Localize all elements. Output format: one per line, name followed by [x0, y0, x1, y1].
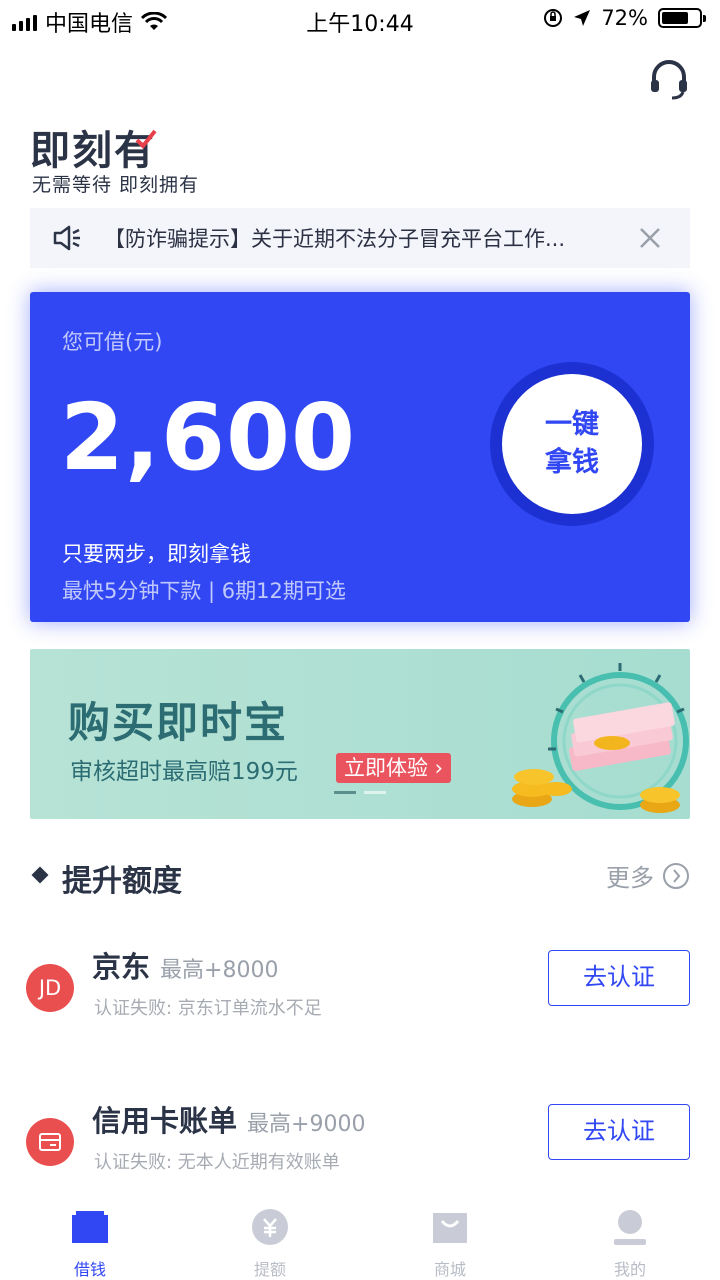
more-label: 更多	[606, 864, 654, 892]
loan-card: 您可借(元) 2,600 只要两步，即刻拿钱 最快5分钟下款 | 6期12期可选…	[30, 292, 690, 622]
promo-banner[interactable]: 购买即时宝 审核超时最高赔199元 立即体验 ›	[30, 649, 690, 819]
auth-status: 认证失败: 京东订单流水不足	[94, 998, 322, 1019]
diamond-icon	[31, 866, 49, 884]
wallet-icon	[72, 1211, 108, 1243]
get-money-ring: 一键 拿钱	[490, 362, 654, 526]
chevron-right-circle-icon	[663, 862, 689, 889]
auth-name: 信用卡账单 最高+9000	[92, 1098, 365, 1140]
verify-button[interactable]: 去认证	[548, 950, 690, 1006]
bottom-tab-bar: 借钱 提额 商城 我的	[0, 1195, 720, 1280]
close-icon[interactable]	[638, 226, 662, 250]
battery-percent: 72%	[601, 6, 648, 30]
battery-icon	[658, 8, 706, 28]
credit-card-icon	[26, 1118, 74, 1166]
shopping-bag-icon	[433, 1213, 467, 1243]
tab-mine[interactable]: 我的	[540, 1195, 720, 1280]
fraud-notice-bar[interactable]: 【防诈骗提示】关于近期不法分子冒充平台工作...	[30, 208, 690, 268]
status-bar: 中国电信 上午10:44 72%	[0, 0, 720, 40]
tab-label: 我的	[613, 1260, 646, 1279]
tab-label: 借钱	[73, 1260, 106, 1279]
raise-limit-section-header: 提升额度 更多	[30, 852, 690, 899]
tab-raise-limit[interactable]: 提额	[180, 1195, 360, 1280]
pagination-dot[interactable]	[364, 791, 386, 794]
tab-label: 提额	[253, 1260, 286, 1279]
tab-mall[interactable]: 商城	[360, 1195, 540, 1280]
verify-button[interactable]: 去认证	[548, 1104, 690, 1160]
auth-status: 认证失败: 无本人近期有效账单	[94, 1152, 340, 1173]
status-right: 72%	[543, 6, 706, 30]
loan-terms-text: 最快5分钟下款 | 6期12期可选	[62, 579, 346, 603]
battery-fill	[662, 12, 688, 24]
user-icon	[614, 1210, 646, 1245]
auth-item-credit-card: 信用卡账单 最高+9000 认证失败: 无本人近期有效账单 去认证	[26, 1098, 690, 1188]
notice-text: 【防诈骗提示】关于近期不法分子冒充平台工作...	[104, 227, 566, 251]
auth-item-name: 信用卡账单	[92, 1104, 238, 1138]
tab-borrow[interactable]: 借钱	[0, 1195, 180, 1280]
jd-logo-icon: JD	[26, 964, 74, 1012]
available-loan-label: 您可借(元)	[62, 330, 163, 354]
banner-subtitle: 审核超时最高赔199元	[70, 759, 298, 785]
pagination-dot[interactable]	[334, 791, 356, 794]
banner-cta-button[interactable]: 立即体验 ›	[336, 753, 452, 783]
speaker-icon	[53, 225, 80, 251]
checkmark-icon	[135, 129, 157, 149]
available-loan-amount: 2,600	[60, 384, 357, 491]
auth-item-name: 京东	[92, 950, 151, 984]
banner-pagination	[334, 791, 386, 794]
get-money-button[interactable]: 一键 拿钱	[502, 374, 642, 514]
rotation-lock-icon	[544, 9, 563, 27]
get-money-line2: 拿钱	[545, 447, 599, 478]
more-link[interactable]: 更多	[606, 858, 690, 893]
banner-title: 购买即时宝	[68, 698, 289, 747]
auth-name: 京东 最高+8000	[92, 944, 278, 986]
tab-label: 商城	[433, 1260, 466, 1279]
auth-max-amount: 最高+9000	[247, 1112, 366, 1137]
jd-logo-text: JD	[38, 976, 62, 1000]
loan-steps-text: 只要两步，即刻拿钱	[62, 542, 251, 566]
headset-icon[interactable]	[648, 58, 690, 100]
auth-item-jd: JD 京东 最高+8000 认证失败: 京东订单流水不足 去认证	[26, 944, 690, 1034]
app-slogan: 无需等待 即刻拥有	[32, 174, 200, 196]
location-icon	[574, 10, 591, 26]
money-illustration	[512, 663, 689, 813]
yuan-coin-icon	[252, 1209, 288, 1245]
auth-max-amount: 最高+8000	[160, 958, 279, 983]
get-money-line1: 一键	[545, 409, 599, 440]
card-glyph-icon	[39, 1133, 61, 1151]
section-title: 提升额度	[62, 864, 182, 899]
